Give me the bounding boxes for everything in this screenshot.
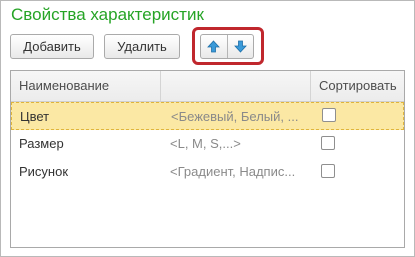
- form-title: Свойства характеристик: [11, 5, 204, 24]
- properties-table: Наименование Сортировать Цвет <Бежевый, …: [10, 70, 405, 248]
- delete-button[interactable]: Удалить: [104, 34, 180, 59]
- sort-checkbox[interactable]: [322, 108, 336, 122]
- table-row[interactable]: Цвет <Бежевый, Белый, ...: [11, 102, 404, 130]
- table-row[interactable]: Рисунок <Градиент, Надпис...: [11, 158, 404, 186]
- form-window: Свойства характеристик Добавить Удалить …: [0, 0, 415, 257]
- column-header-sort[interactable]: Сортировать: [311, 71, 404, 101]
- move-up-button[interactable]: [201, 35, 227, 58]
- row-values[interactable]: <Бежевый, Белый, ...: [171, 103, 305, 131]
- add-button[interactable]: Добавить: [10, 34, 94, 59]
- row-name: Цвет: [20, 109, 50, 124]
- row-name: Размер: [19, 136, 64, 151]
- sort-checkbox[interactable]: [321, 136, 335, 150]
- table-row[interactable]: Размер <L, M, S,...>: [11, 130, 404, 158]
- arrow-down-icon: [233, 40, 247, 53]
- move-down-button[interactable]: [226, 35, 254, 58]
- move-buttons-group: [200, 34, 254, 59]
- sort-checkbox[interactable]: [321, 164, 335, 178]
- arrow-up-icon: [207, 40, 221, 53]
- table-header: Наименование Сортировать: [11, 71, 404, 102]
- column-header-values[interactable]: [161, 71, 311, 101]
- column-header-name[interactable]: Наименование: [11, 71, 161, 101]
- row-values[interactable]: <Градиент, Надпис...: [170, 158, 304, 186]
- row-name: Рисунок: [19, 164, 69, 179]
- row-values[interactable]: <L, M, S,...>: [170, 130, 304, 158]
